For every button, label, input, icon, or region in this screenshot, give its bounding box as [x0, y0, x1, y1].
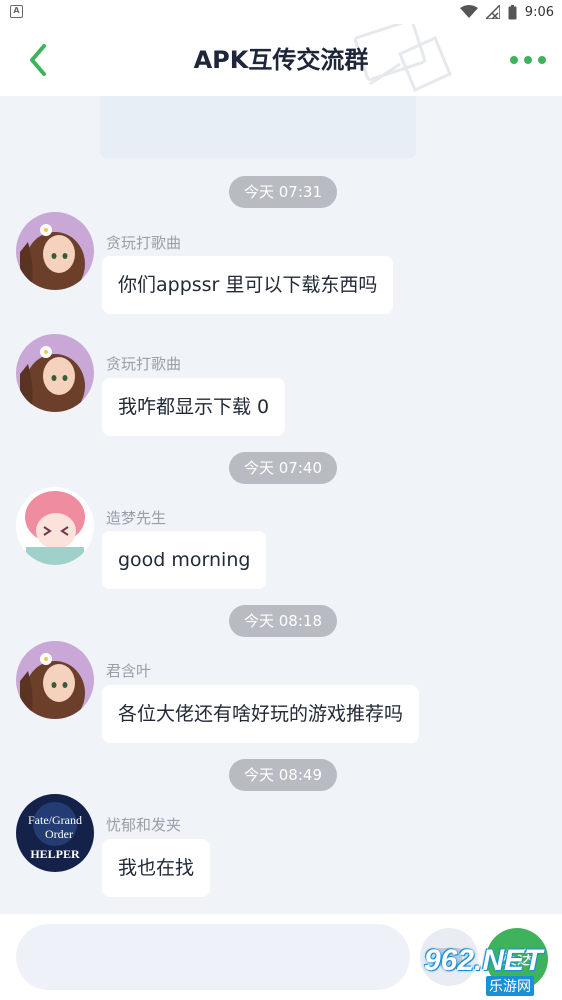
message-bubble[interactable]: 你们appssr 里可以下载东西吗: [102, 256, 394, 314]
message-bubble[interactable]: 我也在找: [102, 839, 211, 897]
watermark-logo: 962.NET 乐游网: [424, 944, 558, 996]
avatar-text: Order: [45, 827, 73, 841]
message-bubble-partial: [100, 96, 416, 158]
anime-girl-flower-avatar-icon: [16, 334, 94, 412]
avatar[interactable]: [16, 487, 94, 565]
avatar[interactable]: [16, 212, 94, 290]
status-bar: A 9:06: [0, 0, 562, 24]
wifi-icon: [459, 5, 478, 18]
avatar[interactable]: Fate/Grand Order HELPER: [16, 794, 94, 872]
time-divider: 今天 08:49: [229, 759, 337, 791]
no-signal-icon: [485, 5, 500, 19]
anime-girl-flower-avatar-icon: [16, 212, 94, 290]
pink-hair-girl-avatar-icon: [16, 487, 94, 565]
avatar[interactable]: [16, 641, 94, 719]
sender-name: 忧郁和发夹: [106, 816, 182, 834]
avatar[interactable]: [16, 334, 94, 412]
page-title: APK互传交流群: [193, 46, 369, 74]
message-bubble[interactable]: 我咋都显示下载 0: [102, 378, 286, 436]
message-bubble[interactable]: 各位大佬还有啥好玩的游戏推荐吗: [102, 685, 420, 743]
chat-area[interactable]: 今天 07:31 贪玩打歌曲 你们appssr 里可以下载东西吗 贪玩打歌曲 我…: [0, 96, 562, 914]
time-divider: 今天 08:18: [229, 605, 337, 637]
time-divider: 今天 07:40: [229, 452, 337, 484]
sender-name: 贪玩打歌曲: [106, 355, 182, 373]
sender-name: 贪玩打歌曲: [106, 234, 182, 252]
status-icons: 9:06: [459, 3, 554, 21]
message-input[interactable]: [16, 924, 410, 990]
sender-name: 君含叶: [106, 662, 152, 680]
notification-icon: A: [10, 5, 23, 18]
fate-grand-order-avatar-icon: Fate/Grand Order HELPER: [16, 794, 94, 872]
sender-name: 造梦先生: [106, 509, 167, 527]
anime-girl-flower-avatar-icon: [16, 641, 94, 719]
more-dots-icon: [510, 56, 546, 64]
watermark-sub: 乐游网: [486, 976, 534, 996]
status-time: 9:06: [524, 4, 554, 20]
battery-icon: [508, 4, 517, 19]
avatar-text: Fate/Grand: [28, 813, 82, 827]
avatar-text: HELPER: [30, 847, 80, 861]
message-bubble[interactable]: good morning: [102, 531, 267, 589]
watermark-brand: 962.NET: [424, 944, 543, 977]
header: APK互传交流群: [0, 24, 562, 96]
time-divider: 今天 07:31: [229, 176, 337, 208]
more-button[interactable]: [508, 48, 548, 72]
